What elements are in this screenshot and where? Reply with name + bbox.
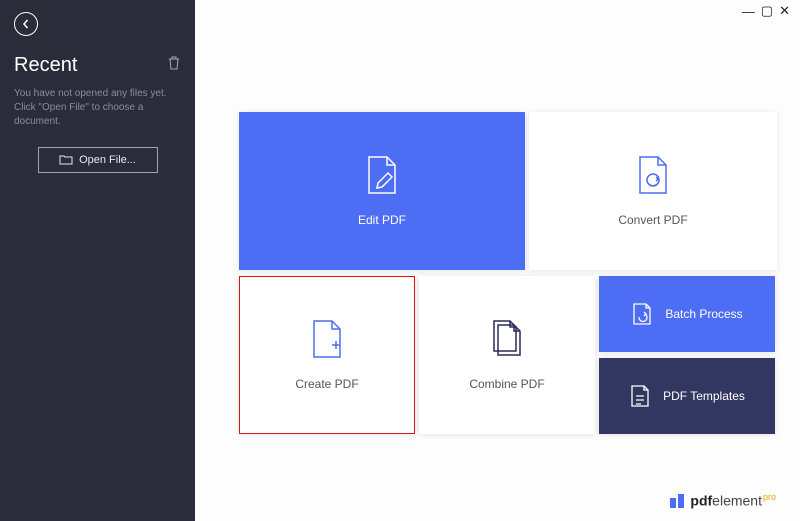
create-pdf-label: Create PDF <box>295 377 358 391</box>
chevron-left-icon <box>21 19 31 29</box>
clear-recent-button[interactable] <box>167 55 181 76</box>
sidebar: Recent You have not opened any files yet… <box>0 0 195 521</box>
convert-pdf-icon <box>636 155 670 195</box>
main-area: — ▢ ✕ Edit PDF <box>195 0 800 521</box>
batch-process-tile[interactable]: Batch Process <box>599 276 775 352</box>
trash-icon <box>167 55 181 71</box>
pdf-templates-icon <box>629 383 651 409</box>
pdf-templates-tile[interactable]: PDF Templates <box>599 358 775 434</box>
recent-title: Recent <box>14 54 77 77</box>
create-pdf-tile[interactable]: Create PDF <box>239 276 415 434</box>
tile-grid: Edit PDF Convert PDF <box>239 112 779 434</box>
window-controls: — ▢ ✕ <box>195 0 800 22</box>
close-button[interactable]: ✕ <box>779 3 790 19</box>
open-file-label: Open File... <box>79 154 136 166</box>
convert-pdf-tile[interactable]: Convert PDF <box>529 112 777 270</box>
brand-logo-icon <box>670 494 684 508</box>
edit-pdf-icon <box>365 155 399 195</box>
brand-footer: pdfelementpro <box>670 492 776 509</box>
batch-process-icon <box>631 301 653 327</box>
folder-icon <box>59 154 73 166</box>
recent-empty-message: You have not opened any files yet. Click… <box>14 87 181 129</box>
create-pdf-icon <box>310 319 344 359</box>
combine-pdf-label: Combine PDF <box>469 377 544 391</box>
maximize-button[interactable]: ▢ <box>761 3 773 19</box>
combine-pdf-tile[interactable]: Combine PDF <box>419 276 595 434</box>
convert-pdf-label: Convert PDF <box>618 213 687 227</box>
minimize-button[interactable]: — <box>742 4 755 19</box>
edit-pdf-label: Edit PDF <box>358 213 406 227</box>
combine-pdf-icon <box>490 319 524 359</box>
edit-pdf-tile[interactable]: Edit PDF <box>239 112 525 270</box>
batch-process-label: Batch Process <box>665 307 742 321</box>
pdf-templates-label: PDF Templates <box>663 389 745 403</box>
brand-name: pdfelementpro <box>690 492 776 509</box>
open-file-button[interactable]: Open File... <box>38 147 158 173</box>
back-button[interactable] <box>14 12 38 36</box>
